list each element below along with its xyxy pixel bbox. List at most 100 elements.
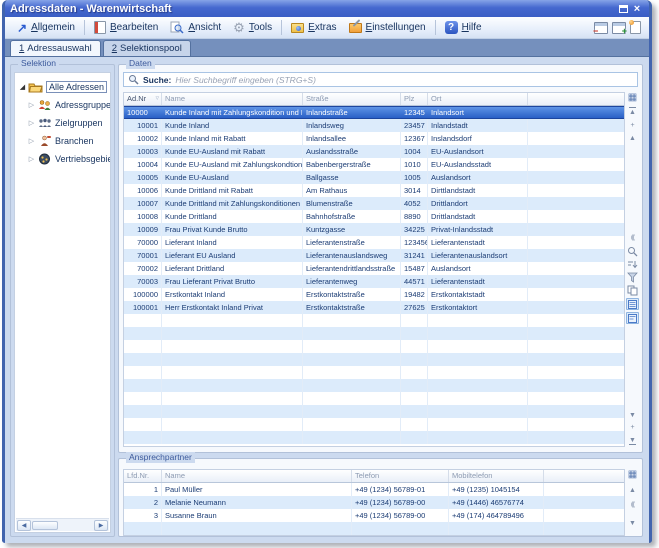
expand-icon[interactable]: ▷ (27, 137, 36, 145)
scroll-last-icon[interactable]: ▼ (626, 434, 639, 446)
table-plus-button[interactable]: + (612, 22, 626, 34)
cell (124, 340, 162, 353)
address-row[interactable]: 10002Kunde Inland mit RabattInlandsallee… (124, 132, 624, 145)
address-row[interactable]: 70002Lieferant DrittlandLieferantendritt… (124, 262, 624, 275)
menu-tools[interactable]: ⚙ Tools (227, 19, 278, 36)
address-row[interactable] (124, 353, 624, 366)
list-view-icon[interactable] (626, 298, 639, 310)
address-row[interactable]: 10003Kunde EU-Ausland mit RabattAuslands… (124, 145, 624, 158)
search-input[interactable] (175, 75, 633, 85)
menu-einstellungen[interactable]: Einstellungen (343, 20, 432, 35)
address-row[interactable] (124, 366, 624, 379)
tree-item-vertriebsgebiete[interactable]: ▷ Vertriebsgebiete (15, 150, 110, 167)
menu-allgemein[interactable]: ↗ Allgemein (11, 20, 81, 35)
address-row[interactable] (124, 314, 624, 327)
address-row[interactable] (124, 379, 624, 392)
scrollbar-thumb[interactable] (32, 521, 58, 530)
cell: Lieferantenauslandsweg (303, 249, 401, 262)
search-bar[interactable]: Suche: (123, 72, 638, 87)
column-chooser-icon[interactable]: ▦ (626, 91, 639, 103)
restore-button[interactable] (616, 2, 630, 15)
column-header[interactable]: Mobiltelefon (449, 470, 544, 482)
address-row[interactable] (124, 327, 624, 340)
contact-row[interactable]: 1Paul Müller+49 (1234) 56789-01+49 (1235… (124, 483, 624, 496)
address-row[interactable]: 70000Lieferant InlandLieferantenstraße12… (124, 236, 624, 249)
address-row[interactable]: 70001Lieferant EU AuslandLieferantenausl… (124, 249, 624, 262)
address-row[interactable]: 10000Kunde Inland mit Zahlungskondition … (124, 106, 624, 119)
address-row[interactable]: 10007Kunde Drittland mit Zahlungskonditi… (124, 197, 624, 210)
collapse-icon[interactable]: ◢ (18, 83, 27, 91)
sort-icon[interactable] (626, 258, 639, 270)
contact-row[interactable]: 2Melanie Neumann+49 (1234) 56789-00+49 (… (124, 496, 624, 509)
table-minus-button[interactable]: − (594, 22, 608, 34)
phone-dial-icon[interactable]: ((( (626, 232, 639, 244)
scroll-right-button[interactable]: ▶ (94, 520, 108, 531)
tree-item-alle-adressen[interactable]: ◢ Alle Adressen (15, 78, 110, 95)
address-row[interactable] (124, 392, 624, 405)
expand-icon[interactable]: ▷ (27, 155, 36, 163)
card-view-icon[interactable] (626, 312, 639, 324)
address-row[interactable]: 10005Kunde EU-AuslandBallgasse1005Auslan… (124, 171, 624, 184)
address-row[interactable]: 10008Kunde DrittlandBahnhofstraße8890Dri… (124, 210, 624, 223)
contact-row[interactable] (124, 522, 624, 535)
address-row[interactable] (124, 405, 624, 418)
menu-bearbeiten[interactable]: Bearbeiten (88, 19, 164, 36)
scroll-left-button[interactable]: ◀ (17, 520, 31, 531)
row-down-icon[interactable]: ▼ (626, 409, 639, 421)
cell (124, 431, 162, 444)
cell: 3 (124, 509, 162, 522)
address-row[interactable] (124, 418, 624, 431)
address-row[interactable]: 10006Kunde Drittland mit RabattAm Rathau… (124, 184, 624, 197)
column-header[interactable]: Ort (428, 93, 528, 105)
copy-icon[interactable] (626, 284, 639, 296)
cell (124, 418, 162, 431)
new-document-button[interactable] (630, 21, 641, 34)
menu-ansicht[interactable]: Ansicht (164, 19, 227, 36)
cell: 10007 (124, 197, 162, 210)
column-header[interactable]: Ad.Nr▿ (124, 93, 162, 105)
menu-separator (435, 20, 436, 35)
close-button[interactable]: × (630, 2, 644, 15)
tree-item-branchen[interactable]: ▷ Branchen (15, 132, 110, 149)
tree-item-zielgruppen[interactable]: ▷ Zielgruppen (15, 114, 110, 131)
tab-adressauswahl[interactable]: 1Adressauswahl (10, 40, 101, 56)
column-header[interactable]: Straße (303, 93, 401, 105)
address-row[interactable]: 100001Herr Erstkontakt Inland PrivatErst… (124, 301, 624, 314)
column-header[interactable]: Name (162, 93, 303, 105)
row-add-icon[interactable]: + (626, 421, 639, 433)
column-header[interactable]: Name (162, 470, 352, 482)
cell (449, 522, 544, 535)
column-header[interactable]: Plz (401, 93, 428, 105)
address-row[interactable] (124, 340, 624, 353)
tree-item-adressgruppen[interactable]: ▷ Adressgruppen (15, 96, 110, 113)
scroll-down-icon[interactable]: ▼ (626, 517, 639, 529)
address-row[interactable]: 10009Frau Privat Kunde BruttoKuntzgasse3… (124, 223, 624, 236)
address-row[interactable]: 10004Kunde EU-Ausland mit Zahlungskondti… (124, 158, 624, 171)
menu-extras[interactable]: Extras (285, 20, 342, 35)
horizontal-scrollbar[interactable]: ◀ ▶ (16, 518, 109, 531)
expand-icon[interactable]: ▷ (27, 119, 36, 127)
tab-selektionspool[interactable]: 2Selektionspool (103, 40, 191, 56)
column-header[interactable]: Telefon (352, 470, 449, 482)
magnifier-icon[interactable] (626, 245, 639, 257)
column-header[interactable]: Lfd.Nr. (124, 470, 162, 482)
cell (428, 431, 528, 444)
row-insert-icon[interactable]: + (626, 119, 639, 131)
column-chooser-icon[interactable]: ▦ (626, 468, 639, 480)
menu-hilfe[interactable]: ? Hilfe (439, 19, 488, 36)
title-bar[interactable]: Adressdaten - Warenwirtschaft × (5, 0, 649, 17)
cell: Kuntzgasse (303, 223, 401, 236)
app-window: Adressdaten - Warenwirtschaft × ↗ Allgem… (2, 0, 652, 543)
scroll-first-icon[interactable]: ▲ (626, 106, 639, 118)
scroll-up-icon[interactable]: ▲ (626, 484, 639, 496)
address-row[interactable]: 70003Frau Lieferant Privat BruttoLiefera… (124, 275, 624, 288)
filter-icon[interactable] (626, 271, 639, 283)
cell (528, 236, 624, 249)
address-row[interactable]: 100000Erstkontakt InlandErstkontaktstraß… (124, 288, 624, 301)
phone-dial-icon[interactable]: ((( (626, 499, 639, 511)
address-row[interactable] (124, 431, 624, 444)
contact-row[interactable]: 3Susanne Braun+49 (1234) 56789-00+49 (17… (124, 509, 624, 522)
address-row[interactable]: 10001Kunde InlandInlandsweg23457Inlandst… (124, 119, 624, 132)
expand-icon[interactable]: ▷ (27, 101, 36, 109)
row-up-icon[interactable]: ▲ (626, 132, 639, 144)
